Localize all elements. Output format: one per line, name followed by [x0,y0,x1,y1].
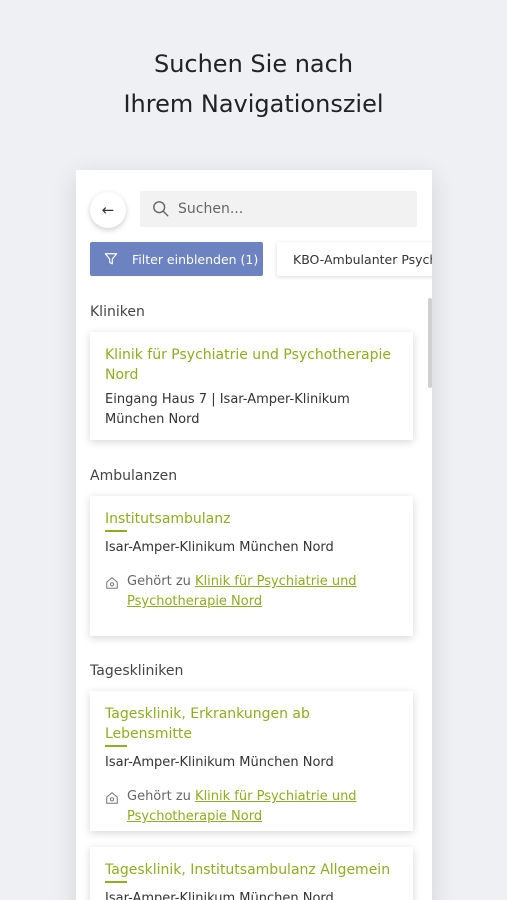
result-card-location: Isar-Amper-Klinikum München Nord [105,891,334,900]
result-card-ambulanz[interactable]: Institutsambulanz Isar-Amper-Klinikum Mü… [90,496,413,636]
result-card-title[interactable]: Institutsambulanz [105,511,231,527]
title-underline [105,881,127,883]
headline-line-2: Ihrem Navigationsziel [123,90,384,118]
result-card-location: Isar-Amper-Klinikum München Nord [105,755,334,770]
arrow-left-icon: ← [101,201,115,219]
search-input[interactable] [178,201,378,217]
result-card-title[interactable]: Klinik für Psychiatrie und Psychotherapi… [105,347,391,383]
result-card-klinik[interactable]: Klinik für Psychiatrie und Psychotherapi… [90,332,413,440]
filter-icon [104,253,118,265]
belongs-to-prefix: Gehört zu [127,789,191,804]
result-card-title-wrap: Klinik für Psychiatrie und Psychotherapi… [105,344,399,384]
result-card-title[interactable]: Tagesklinik, Erkrankungen ab Lebensmitte [105,706,310,742]
back-button[interactable]: ← [90,192,126,228]
section-title-ambulanzen: Ambulanzen [90,468,178,484]
result-card-tagesklinik[interactable]: Tagesklinik, Institutsambulanz Allgemein… [90,847,413,900]
result-card-tagesklinik[interactable]: Tagesklinik, Erkrankungen ab Lebensmitte… [90,691,413,831]
app-screen: ← Filter einblenden (1) KBO-Ambulanter P… [76,170,432,900]
result-card-location: Eingang Haus 7 | Isar-Amper-Klinikum Mün… [105,392,350,427]
filter-button-label: Filter einblenden (1) [132,251,259,267]
active-filter-chip-label: KBO-Ambulanter Psychi [293,251,432,267]
building-icon [106,792,118,804]
search-bar[interactable] [140,191,417,227]
search-icon [153,201,169,217]
belongs-to-row: Gehört zu Klinik für Psychiatrie und Psy… [105,572,399,612]
promo-headline: Suchen Sie nach Ihrem Navigationsziel [0,44,507,124]
result-card-title-wrap: Institutsambulanz [105,508,399,532]
title-underline [105,530,127,532]
section-title-tageskliniken: Tageskliniken [90,663,184,679]
headline-line-1: Suchen Sie nach [153,50,354,78]
active-filter-chip[interactable]: KBO-Ambulanter Psychi [277,242,432,276]
building-icon [106,577,118,589]
result-card-title[interactable]: Tagesklinik, Institutsambulanz Allgemein [105,862,390,878]
section-title-kliniken: Kliniken [90,304,145,320]
belongs-to-row: Gehört zu Klinik für Psychiatrie und Psy… [105,787,399,827]
belongs-to-prefix: Gehört zu [127,574,191,589]
scrollbar[interactable] [428,298,432,388]
result-card-location: Isar-Amper-Klinikum München Nord [105,540,334,555]
result-card-title-wrap: Tagesklinik, Erkrankungen ab Lebensmitte [105,703,399,747]
result-card-title-wrap: Tagesklinik, Institutsambulanz Allgemein [105,859,399,883]
title-underline [105,745,127,747]
show-filter-button[interactable]: Filter einblenden (1) [90,242,263,276]
